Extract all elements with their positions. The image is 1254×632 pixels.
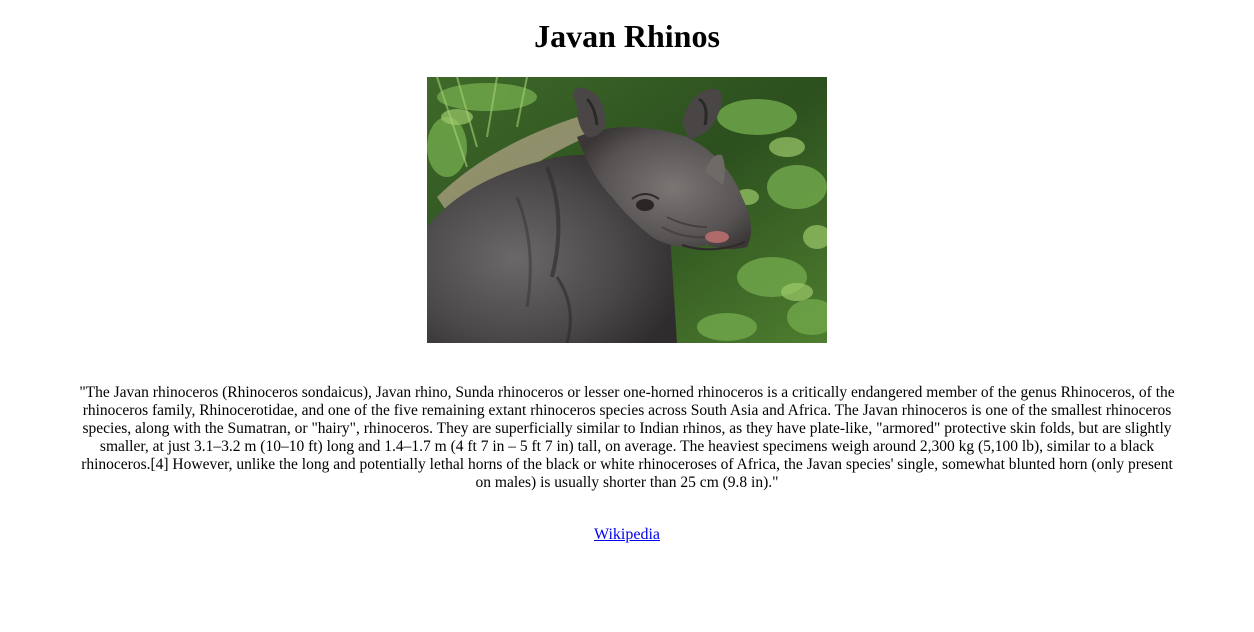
rhino-description: "The Javan rhinoceros (Rhinoceros sondai… <box>79 384 1175 491</box>
page: Javan Rhinos "The Javan rhinoceros (Rhin… <box>0 0 1254 544</box>
photo-container <box>0 77 1254 343</box>
rhino-photo <box>427 77 827 343</box>
wikipedia-link[interactable]: Wikipedia <box>594 526 660 543</box>
page-title: Javan Rhinos <box>534 18 720 54</box>
source-link-row: Wikipedia <box>0 526 1254 544</box>
